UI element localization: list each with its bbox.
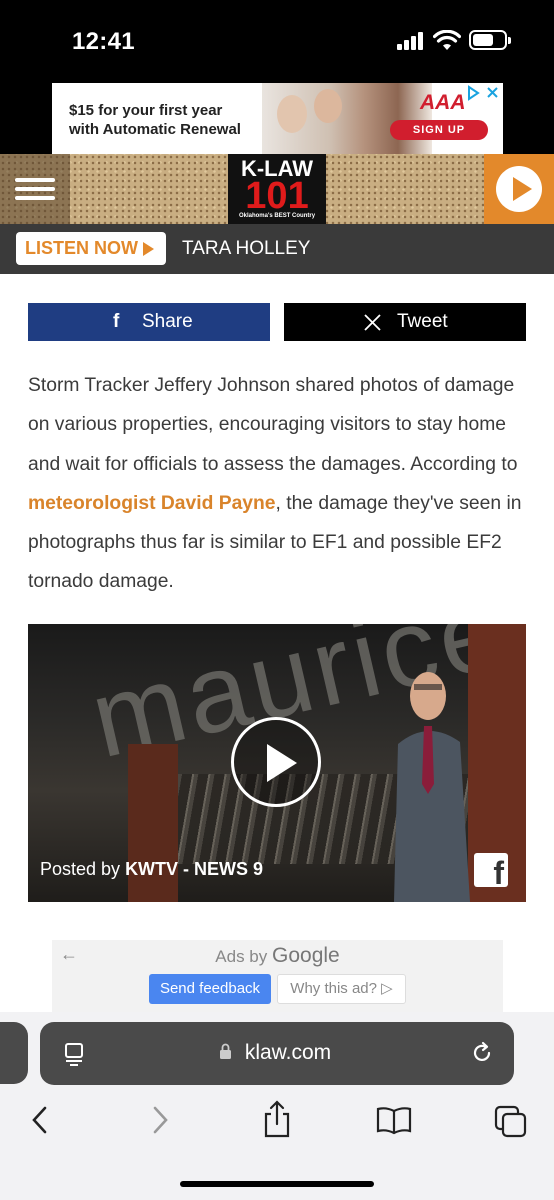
ad-signup-button[interactable]: SIGN UP (390, 120, 488, 140)
listen-now-button[interactable]: LISTEN NOW (16, 232, 166, 265)
browser-nav-toolbar (0, 1100, 554, 1144)
safari-toolbar: klaw.com (0, 1012, 554, 1200)
play-icon (267, 744, 297, 782)
adchoices-icon[interactable] (466, 85, 500, 101)
facebook-icon: f (113, 311, 120, 332)
home-indicator (180, 1181, 374, 1187)
on-air-dj-name[interactable]: TARA HOLLEY (182, 238, 310, 260)
reporter-figure (394, 672, 470, 902)
stream-play-button[interactable] (484, 154, 554, 224)
ad-banner-top[interactable]: $15 for your first year with Automatic R… (52, 83, 503, 154)
tabs-icon[interactable] (494, 1105, 528, 1144)
ad-text: $15 for your first year with Automatic R… (69, 102, 241, 138)
why-this-ad-button[interactable]: Why this ad? ▷ (277, 974, 406, 1004)
url-text: klaw.com (244, 1041, 332, 1064)
ads-by-google: Ads by Google (215, 944, 340, 967)
forward-icon[interactable] (150, 1105, 170, 1140)
send-feedback-button[interactable]: Send feedback (149, 974, 271, 1004)
listen-now-bar: LISTEN NOW TARA HOLLEY (0, 224, 554, 274)
previous-tab-edge[interactable] (0, 1022, 28, 1084)
back-icon[interactable] (30, 1105, 50, 1140)
battery-icon (469, 30, 511, 50)
tweet-button[interactable]: Tweet (284, 303, 526, 341)
google-ad-feedback: ← Ads by Google Send feedback Why this a… (52, 940, 503, 1012)
status-bar: 12:41 $15 for your first year with Autom… (0, 0, 554, 154)
wifi-icon (433, 30, 461, 50)
status-time: 12:41 (72, 28, 135, 55)
play-arrow-icon (143, 242, 154, 256)
cellular-signal-icon (397, 32, 427, 50)
bookmarks-icon[interactable] (376, 1105, 412, 1140)
video-play-button[interactable] (231, 717, 321, 807)
reload-icon[interactable] (470, 1041, 494, 1065)
aaa-logo: AAA (420, 91, 466, 114)
menu-hamburger-icon[interactable] (0, 154, 70, 224)
address-bar[interactable]: klaw.com (40, 1022, 514, 1085)
meteorologist-link[interactable]: meteorologist David Payne (28, 493, 276, 514)
video-attribution: Posted by KWTV - NEWS 9 (40, 859, 264, 879)
site-header: K-LAW 101 Oklahoma's BEST Country (0, 154, 554, 224)
facebook-share-button[interactable]: f Share (28, 303, 270, 341)
station-logo[interactable]: K-LAW 101 Oklahoma's BEST Country (228, 154, 326, 224)
embedded-video[interactable]: maurices Posted by KWTV - NEWS 9 f (28, 624, 526, 902)
facebook-video-icon[interactable]: f (474, 853, 508, 887)
play-icon (513, 177, 532, 201)
article-paragraph: Storm Tracker Jeffery Johnson shared pho… (28, 375, 522, 593)
share-icon[interactable] (262, 1100, 292, 1143)
x-logo-icon (364, 314, 381, 331)
